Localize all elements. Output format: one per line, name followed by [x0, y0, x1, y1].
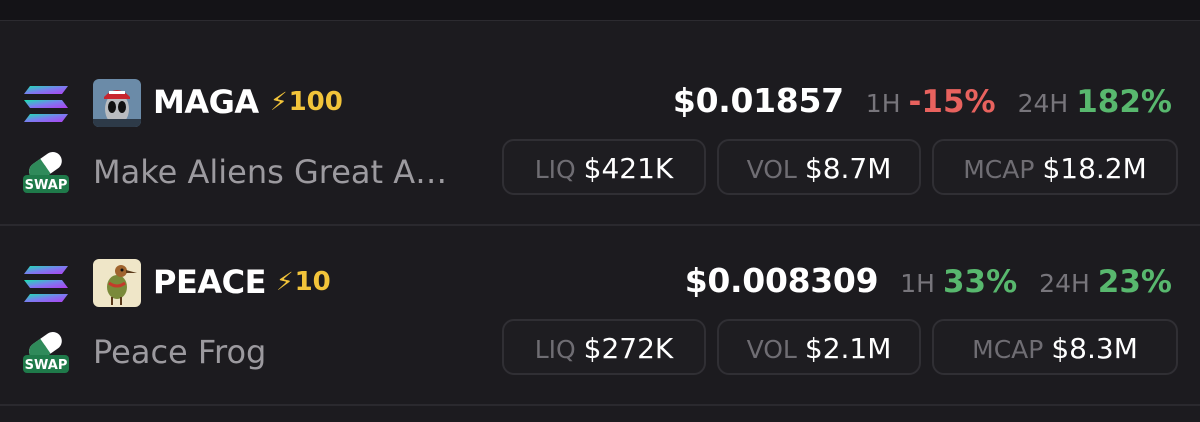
token-ticker: MAGA [153, 83, 259, 121]
liquidity-value: $421K [583, 152, 674, 185]
market-cap-label: MCAP [972, 335, 1044, 364]
swap-pill-icon: SWAP [23, 332, 69, 373]
market-cap-value: $8.3M [1051, 332, 1138, 365]
market-cap-chip: MCAP $18.2M [932, 139, 1178, 195]
alien-avatar [93, 79, 141, 127]
lightning-icon: ⚡ [270, 87, 288, 116]
market-cap-label: MCAP [963, 155, 1035, 184]
liquidity-label: LIQ [534, 155, 576, 184]
volume-chip: VOL $2.1M [717, 319, 921, 375]
token-ticker: PEACE [153, 263, 266, 301]
volume-value: $2.1M [804, 332, 892, 365]
change-1h-value: 33% [942, 264, 1018, 300]
volume-value: $8.7M [804, 152, 892, 185]
volume-chip: VOL $8.7M [717, 139, 921, 195]
change-1h-value: -15% [908, 84, 996, 120]
token-name: Peace Frog [93, 333, 267, 371]
liquidity-chip: LIQ $272K [502, 319, 706, 375]
liquidity-label: LIQ [534, 335, 576, 364]
token-price: $0.008309 [684, 261, 879, 300]
svg-text:SWAP: SWAP [25, 358, 68, 373]
boost-count: 10 [294, 267, 331, 297]
svg-text:SWAP: SWAP [25, 178, 68, 193]
bird-avatar [93, 259, 141, 307]
token-price: $0.01857 [672, 81, 844, 120]
volume-label: VOL [746, 335, 797, 364]
boost-badge[interactable]: ⚡10 [276, 260, 331, 304]
top-bar [0, 0, 1200, 21]
price-block: $0.008309 1H 33% 24H 23% [685, 257, 1172, 305]
boost-badge[interactable]: ⚡100 [270, 80, 343, 124]
solana-icon [24, 266, 68, 302]
change-24h-value: 182% [1076, 84, 1172, 120]
token-row[interactable]: SWAP MAGA ⚡100 Make Aliens Great A… $0.0… [0, 44, 1200, 226]
token-row[interactable]: SWAP PEACE ⚡10 Peace Frog $0.008309 1H 3… [0, 224, 1200, 406]
boost-count: 100 [288, 87, 343, 117]
solana-icon [24, 86, 68, 122]
lightning-icon: ⚡ [276, 267, 294, 296]
market-cap-value: $18.2M [1042, 152, 1147, 185]
token-name: Make Aliens Great A… [93, 153, 448, 191]
swap-pill-icon: SWAP [23, 152, 69, 193]
change-24h-label: 24H [1017, 89, 1069, 118]
change-24h-value: 23% [1097, 264, 1172, 300]
change-1h-label: 1H [865, 89, 901, 118]
change-24h-label: 24H [1039, 269, 1090, 298]
market-cap-chip: MCAP $8.3M [932, 319, 1178, 375]
change-1h-label: 1H [900, 269, 935, 298]
price-block: $0.01857 1H -15% 24H 182% [673, 77, 1172, 125]
liquidity-chip: LIQ $421K [502, 139, 706, 195]
volume-label: VOL [746, 155, 797, 184]
liquidity-value: $272K [583, 332, 674, 365]
